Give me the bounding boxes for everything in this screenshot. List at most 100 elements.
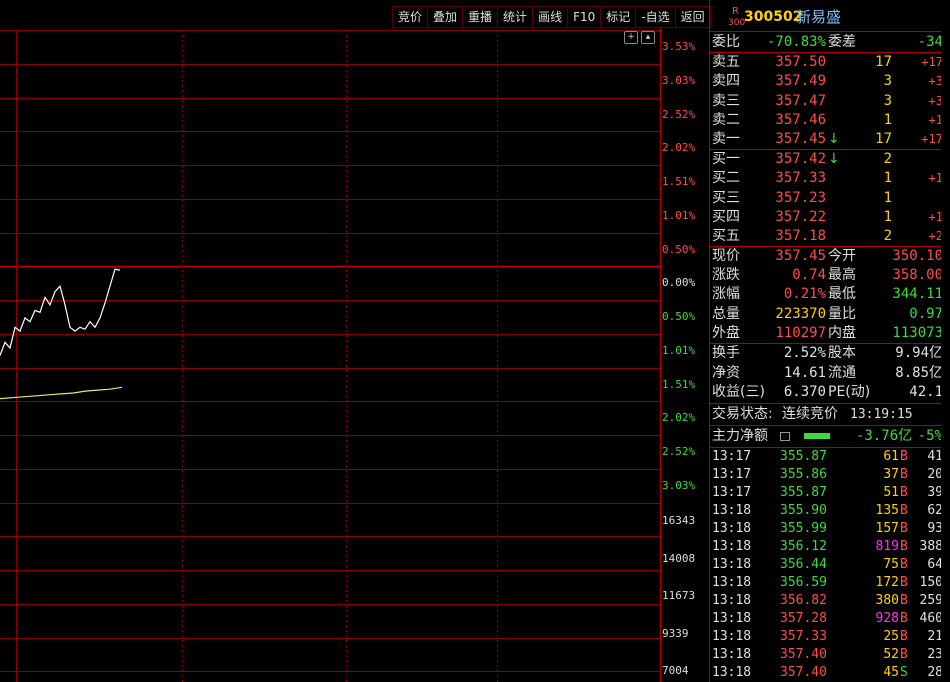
quote-label: 总量 <box>712 305 740 322</box>
toolbar-button[interactable]: 标记 <box>600 6 636 28</box>
tick-time: 13:17 <box>712 449 752 464</box>
bids-level[interactable]: 买一 357.42 ↓ 2 <box>710 150 950 169</box>
tick-price: 357.40 <box>780 665 827 680</box>
asks-level[interactable]: 卖四 357.49 3 +3 <box>710 72 950 91</box>
tick-side: B <box>900 647 908 662</box>
tick-count: 388 <box>919 539 943 554</box>
stat-label: 股本 <box>828 345 856 361</box>
stat-value: 6.370 <box>783 384 826 400</box>
asks-price: 357.47 <box>775 92 826 109</box>
percent-tick-label: 2.52% <box>662 108 696 121</box>
tick-price: 355.90 <box>780 503 827 518</box>
quote-label: 现价 <box>712 248 740 264</box>
code-sub: 300 <box>728 18 746 28</box>
asks-level[interactable]: 卖三 357.47 3 +3 <box>710 92 950 111</box>
asks-volume: 3 <box>883 73 892 90</box>
tick-price: 357.28 <box>780 611 827 626</box>
toolbar-button[interactable]: 重播 <box>462 6 498 28</box>
quote-value: 0.97 <box>909 305 943 322</box>
weibi-value: -70.83% <box>766 34 826 50</box>
quote-label: 涨幅 <box>712 286 740 303</box>
tick-volume: 380 <box>875 593 899 608</box>
weicha-value: -34 <box>917 34 943 50</box>
tick-volume: 157 <box>875 521 899 536</box>
tick-count: 150 <box>919 575 943 590</box>
tick-row: 13:17 355.86 37 B 20 <box>710 466 950 484</box>
weicha-label: 委差 <box>828 34 856 50</box>
asks-level[interactable]: 卖一 357.45 ↓ 17 +17 <box>710 130 950 149</box>
stat-value: 14.61 <box>783 364 826 381</box>
quote-label: 量比 <box>828 305 856 322</box>
trade-status-label: 交易状态: <box>712 406 773 422</box>
percent-tick-label: 0.00% <box>662 276 696 289</box>
tick-volume: 51 <box>883 485 899 500</box>
percent-tick-label: 2.02% <box>662 141 696 154</box>
toolbar-button[interactable]: 返回 <box>674 6 711 28</box>
stock-name: 新易盛 <box>796 8 842 26</box>
bids-price: 357.22 <box>775 208 826 225</box>
trade-status-row: 交易状态: 连续竞价 13:19:15 <box>710 405 950 424</box>
toolbar-button[interactable]: 画线 <box>532 6 568 28</box>
quote-value: 110297 <box>775 324 826 341</box>
volume-tick-label: 9339 <box>662 627 689 640</box>
quote-value: 0.21% <box>783 286 826 303</box>
quote-value: 358.00 <box>892 267 943 284</box>
main-flow-row[interactable]: 主力净额 -3.76亿 -5% <box>710 427 950 446</box>
volume-tick-label: 7004 <box>662 664 689 677</box>
bids-level-label: 买五 <box>712 228 740 245</box>
tick-volume: 172 <box>875 575 899 590</box>
bids-level[interactable]: 买四 357.22 1 +1 <box>710 208 950 227</box>
stat-row: 净资 14.61 流通 8.85亿 <box>710 364 950 383</box>
percent-tick-label: 1.01% <box>662 344 696 357</box>
toolbar-button[interactable]: F10 <box>567 6 601 28</box>
tick-row: 13:18 357.40 45 S 28 <box>710 664 950 682</box>
chart-settings-icon[interactable]: + <box>624 31 638 44</box>
tick-row: 13:18 356.59 172 B 150 <box>710 574 950 592</box>
quote-row: 涨跌 0.74 最高 358.00 <box>710 266 950 285</box>
asks-level-label: 卖一 <box>712 131 740 148</box>
stat-row: 收益(三) 6.370 PE(动) 42.1 <box>710 383 950 402</box>
toolbar-button[interactable]: 竞价 <box>392 6 428 28</box>
quote-value: 113073 <box>892 324 943 341</box>
asks-level-label: 卖五 <box>712 54 740 70</box>
tick-row: 13:18 356.82 380 B 259 <box>710 592 950 610</box>
bids-level[interactable]: 买二 357.33 1 +1 <box>710 169 950 188</box>
bids-price: 357.23 <box>775 189 826 206</box>
asks-volume: 17 <box>875 131 892 148</box>
divider <box>710 31 950 32</box>
tick-side: B <box>900 467 908 482</box>
toolbar-button[interactable]: 统计 <box>497 6 533 28</box>
percent-tick-label: 1.01% <box>662 209 696 222</box>
stat-label: 净资 <box>712 364 740 381</box>
asks-change: +17 <box>921 55 943 69</box>
toolbar-button[interactable]: 叠加 <box>427 6 463 28</box>
bids-price: 357.42 <box>775 151 826 167</box>
asks-level[interactable]: 卖五 357.50 17 +17 <box>710 53 950 72</box>
down-arrow-icon: ↓ <box>828 151 840 167</box>
percent-tick-label: 3.03% <box>662 479 696 492</box>
tick-price: 355.87 <box>780 449 827 464</box>
tick-time: 13:18 <box>712 521 752 536</box>
tick-side: B <box>900 539 908 554</box>
tick-row: 13:18 356.44 75 B 64 <box>710 556 950 574</box>
flow-bar <box>804 433 830 439</box>
bids-volume: 2 <box>883 151 892 167</box>
percent-tick-label: 1.51% <box>662 175 696 188</box>
bids-level[interactable]: 买五 357.18 2 +2 <box>710 227 950 246</box>
tick-side: B <box>900 611 908 626</box>
quote-panel: R 300 300502 新易盛 委比 -70.83% 委差 -34 卖五 357… <box>709 0 950 682</box>
chart-collapse-icon[interactable]: ▴ <box>641 31 655 44</box>
tick-row: 13:18 357.28 928 B 460 <box>710 610 950 628</box>
asks-price: 357.46 <box>775 111 826 128</box>
stat-row: 换手 2.52% 股本 9.94亿 <box>710 344 950 363</box>
average-price-line <box>0 386 123 400</box>
tick-price: 355.86 <box>780 467 827 482</box>
toolbar-button[interactable]: -自选 <box>635 6 675 28</box>
intraday-chart[interactable]: 竞价 叠加 重播 统计 画线 F10 标记 -自选 返回 3.53% 3.03% 2.52% 2.02… <box>0 0 711 682</box>
stock-header: R 300 300502 新易盛 <box>710 6 950 30</box>
asks-level[interactable]: 卖二 357.46 1 +1 <box>710 111 950 130</box>
bids-level[interactable]: 买三 357.23 1 <box>710 189 950 208</box>
asks-level-label: 卖三 <box>712 92 740 109</box>
menu-icon[interactable] <box>780 432 790 441</box>
percent-tick-label: 1.51% <box>662 378 696 391</box>
